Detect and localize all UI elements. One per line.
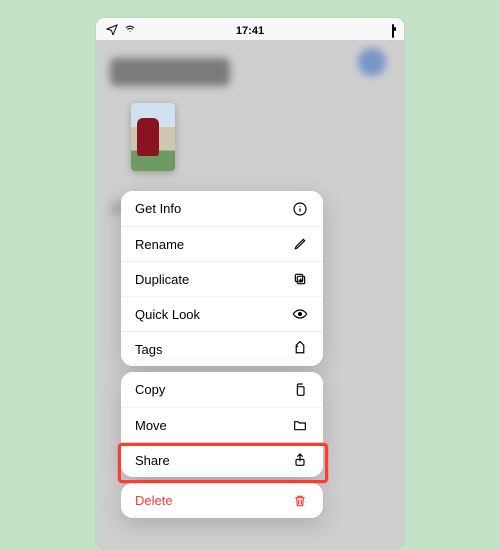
menu-item-label: Rename bbox=[135, 237, 184, 252]
context-menu: Get Info Rename Duplicate Quick Look bbox=[121, 191, 323, 518]
menu-item-delete[interactable]: Delete bbox=[121, 483, 323, 518]
menu-item-label: Duplicate bbox=[135, 272, 189, 287]
eye-icon bbox=[291, 305, 309, 323]
status-bar: 17:41 bbox=[96, 18, 404, 40]
copy-icon bbox=[291, 381, 309, 399]
tag-icon bbox=[291, 340, 309, 358]
duplicate-icon bbox=[291, 270, 309, 288]
info-icon bbox=[291, 200, 309, 218]
folder-icon bbox=[291, 416, 309, 434]
menu-item-duplicate[interactable]: Duplicate bbox=[121, 261, 323, 296]
menu-item-get-info[interactable]: Get Info bbox=[121, 191, 323, 226]
status-right bbox=[392, 25, 394, 37]
menu-item-label: Quick Look bbox=[135, 307, 200, 322]
share-icon bbox=[291, 451, 309, 469]
airplane-mode-icon bbox=[106, 23, 118, 38]
pencil-icon bbox=[291, 235, 309, 253]
menu-item-copy[interactable]: Copy bbox=[121, 372, 323, 407]
menu-item-label: Share bbox=[135, 453, 170, 468]
menu-item-move[interactable]: Move bbox=[121, 407, 323, 442]
status-left bbox=[106, 23, 136, 38]
menu-item-label: Delete bbox=[135, 493, 173, 508]
menu-item-label: Tags bbox=[135, 342, 162, 357]
battery-icon bbox=[392, 25, 394, 37]
menu-item-share[interactable]: Share bbox=[121, 442, 323, 477]
phone-screen: 17:41 Get Info Rename bbox=[96, 18, 404, 548]
menu-item-tags[interactable]: Tags bbox=[121, 331, 323, 366]
wifi-icon bbox=[124, 23, 136, 38]
menu-group-3: Delete bbox=[121, 483, 323, 518]
menu-group-1: Get Info Rename Duplicate Quick Look bbox=[121, 191, 323, 366]
menu-item-rename[interactable]: Rename bbox=[121, 226, 323, 261]
menu-item-label: Copy bbox=[135, 382, 165, 397]
menu-item-quick-look[interactable]: Quick Look bbox=[121, 296, 323, 331]
selected-file-thumbnail[interactable] bbox=[131, 103, 175, 171]
menu-item-label: Get Info bbox=[135, 201, 181, 216]
menu-item-label: Move bbox=[135, 418, 167, 433]
status-time: 17:41 bbox=[96, 25, 404, 37]
menu-group-2: Copy Move Share bbox=[121, 372, 323, 477]
trash-icon bbox=[291, 492, 309, 510]
